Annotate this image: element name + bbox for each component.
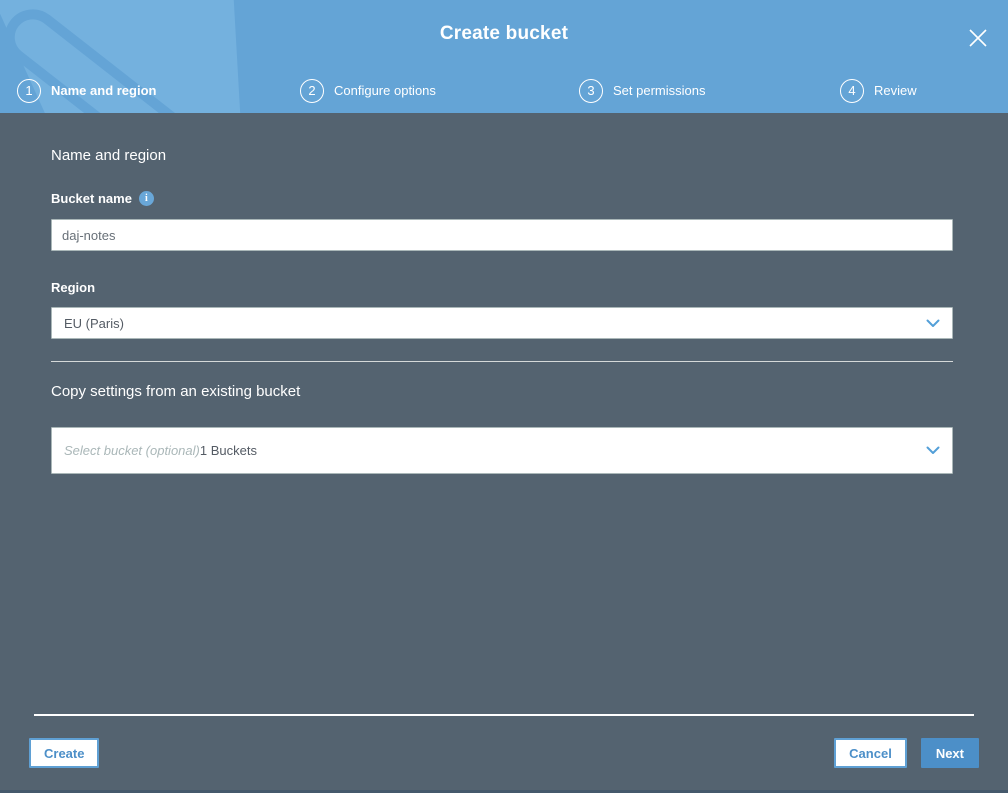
close-icon bbox=[969, 29, 987, 47]
create-button[interactable]: Create bbox=[29, 738, 100, 768]
copy-bucket-placeholder: Select bucket (optional) bbox=[64, 443, 200, 458]
step-configure-options[interactable]: 2 Configure options bbox=[300, 78, 579, 103]
bucket-name-input[interactable] bbox=[51, 219, 953, 251]
close-button[interactable] bbox=[966, 26, 990, 50]
modal-titlebar: Create bucket bbox=[0, 0, 1008, 68]
step-label: Configure options bbox=[334, 83, 436, 98]
step-label: Name and region bbox=[51, 83, 157, 98]
info-icon[interactable]: i bbox=[138, 191, 154, 206]
step-set-permissions[interactable]: 3 Set permissions bbox=[579, 78, 840, 103]
next-button[interactable]: Next bbox=[920, 738, 979, 768]
region-label: Region bbox=[51, 280, 953, 295]
bucket-name-label: Bucket name i bbox=[51, 191, 953, 206]
region-label-text: Region bbox=[51, 280, 96, 295]
step-number-circle: 1 bbox=[17, 78, 41, 103]
modal-footer: Create Cancel Next bbox=[29, 738, 979, 768]
step-number-circle: 4 bbox=[840, 78, 864, 103]
bucket-count-text: 1 Buckets bbox=[199, 443, 257, 458]
footer-divider bbox=[34, 714, 974, 716]
modal-header: Create bucket 1 Name and region 2 Config… bbox=[0, 0, 1008, 113]
step-review[interactable]: 4 Review bbox=[840, 78, 1008, 103]
step-name-and-region[interactable]: 1 Name and region bbox=[17, 78, 300, 103]
wizard-stepper: 1 Name and region 2 Configure options 3 … bbox=[0, 68, 1008, 113]
bucket-name-label-text: Bucket name bbox=[51, 191, 132, 206]
step-number-circle: 2 bbox=[300, 78, 324, 103]
region-select[interactable]: EU (Paris) bbox=[51, 307, 953, 339]
section-divider bbox=[51, 361, 953, 362]
chevron-down-icon bbox=[926, 446, 940, 454]
chevron-down-icon bbox=[926, 319, 940, 327]
step-label: Review bbox=[874, 83, 917, 98]
cancel-button[interactable]: Cancel bbox=[834, 738, 907, 768]
copy-bucket-select-value: Select bucket (optional) 1 Buckets bbox=[64, 443, 918, 458]
copy-bucket-select[interactable]: Select bucket (optional) 1 Buckets bbox=[51, 427, 953, 474]
region-select-value: EU (Paris) bbox=[64, 315, 124, 331]
modal-title: Create bucket bbox=[439, 23, 569, 44]
section-title: Name and region bbox=[51, 147, 167, 164]
step-label: Set permissions bbox=[613, 83, 706, 98]
modal-body: Name and region Bucket name i Region EU … bbox=[0, 147, 1008, 474]
step-number-circle: 3 bbox=[579, 78, 603, 103]
copy-settings-title: Copy settings from an existing bucket bbox=[51, 383, 301, 400]
